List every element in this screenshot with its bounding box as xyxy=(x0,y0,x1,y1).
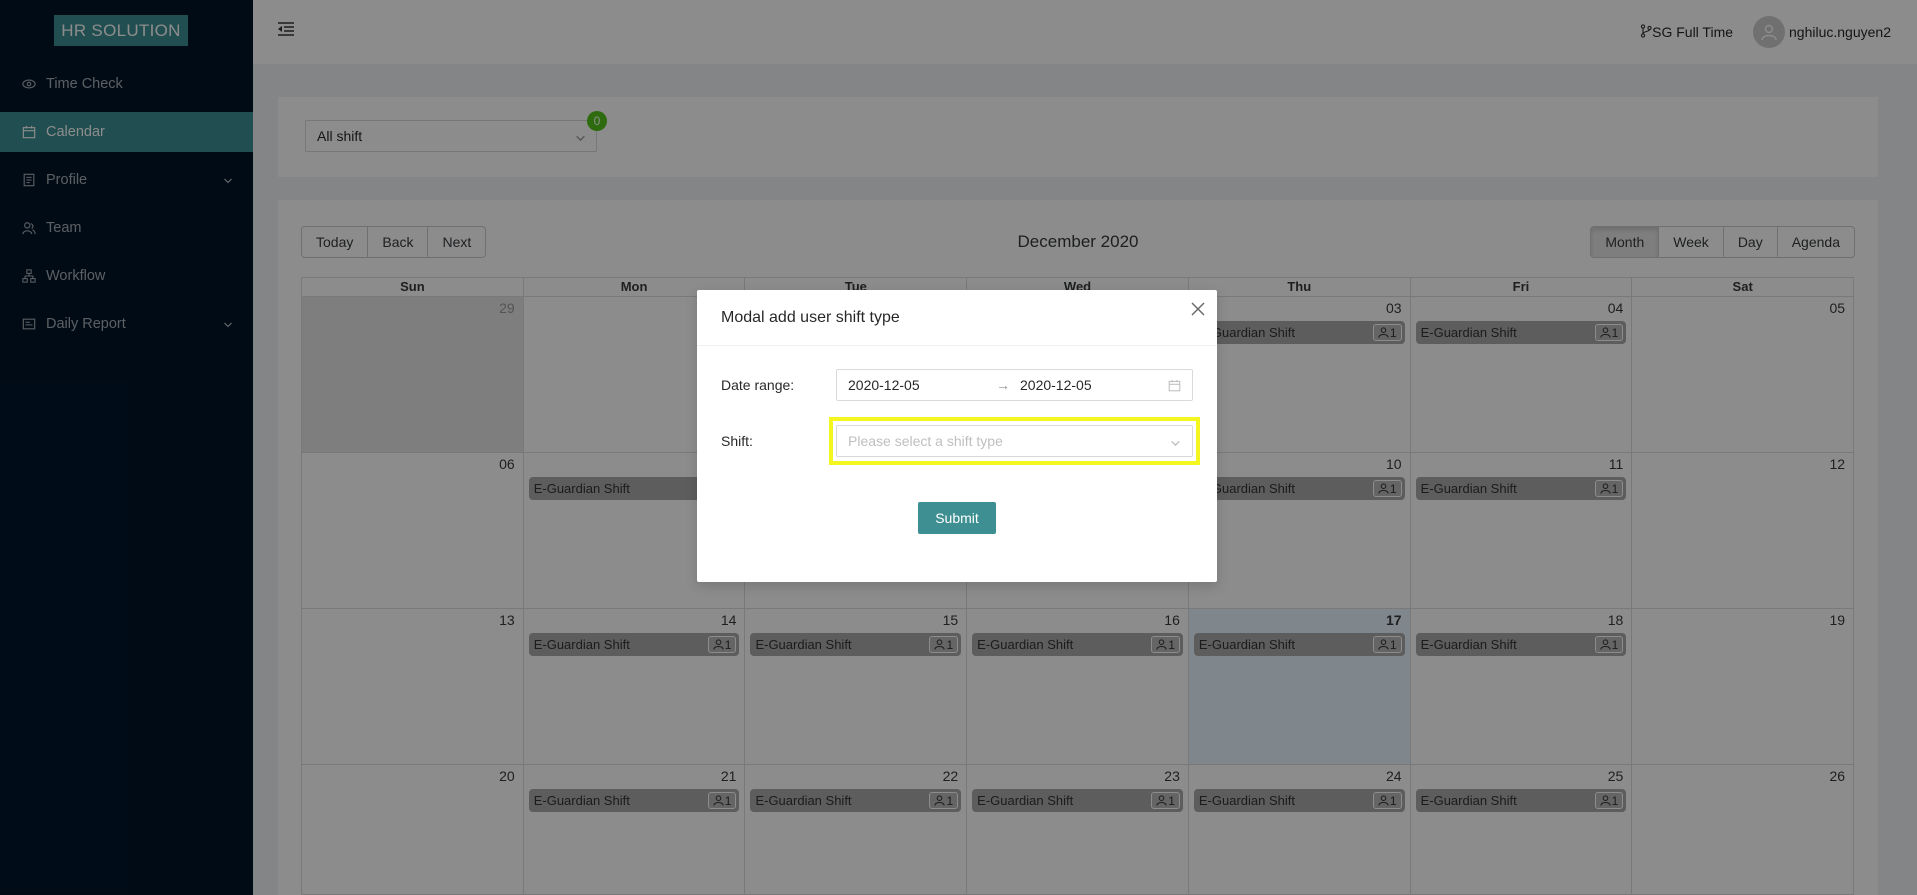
start-date-input[interactable]: 2020-12-05 xyxy=(848,377,920,393)
shift-label: Shift: xyxy=(721,433,753,449)
shift-type-select[interactable]: Please select a shift type xyxy=(836,425,1193,457)
modal-title: Modal add user shift type xyxy=(697,290,1217,346)
chevron-down-icon xyxy=(1170,436,1181,452)
shift-type-placeholder: Please select a shift type xyxy=(848,433,1003,449)
date-range-label: Date range: xyxy=(721,377,795,393)
arrow-right-icon: → xyxy=(996,377,1010,393)
add-shift-modal: Modal add user shift type Date range: 20… xyxy=(697,290,1217,582)
submit-button[interactable]: Submit xyxy=(918,502,996,534)
end-date-input[interactable]: 2020-12-05 xyxy=(1020,377,1092,393)
close-icon[interactable] xyxy=(1187,298,1209,320)
calendar-icon xyxy=(1168,379,1181,395)
shift-row: Shift: Please select a shift type xyxy=(721,417,1200,465)
date-range-row: Date range: 2020-12-05 → 2020-12-05 xyxy=(721,369,1193,401)
date-range-picker[interactable]: 2020-12-05 → 2020-12-05 xyxy=(836,369,1193,401)
